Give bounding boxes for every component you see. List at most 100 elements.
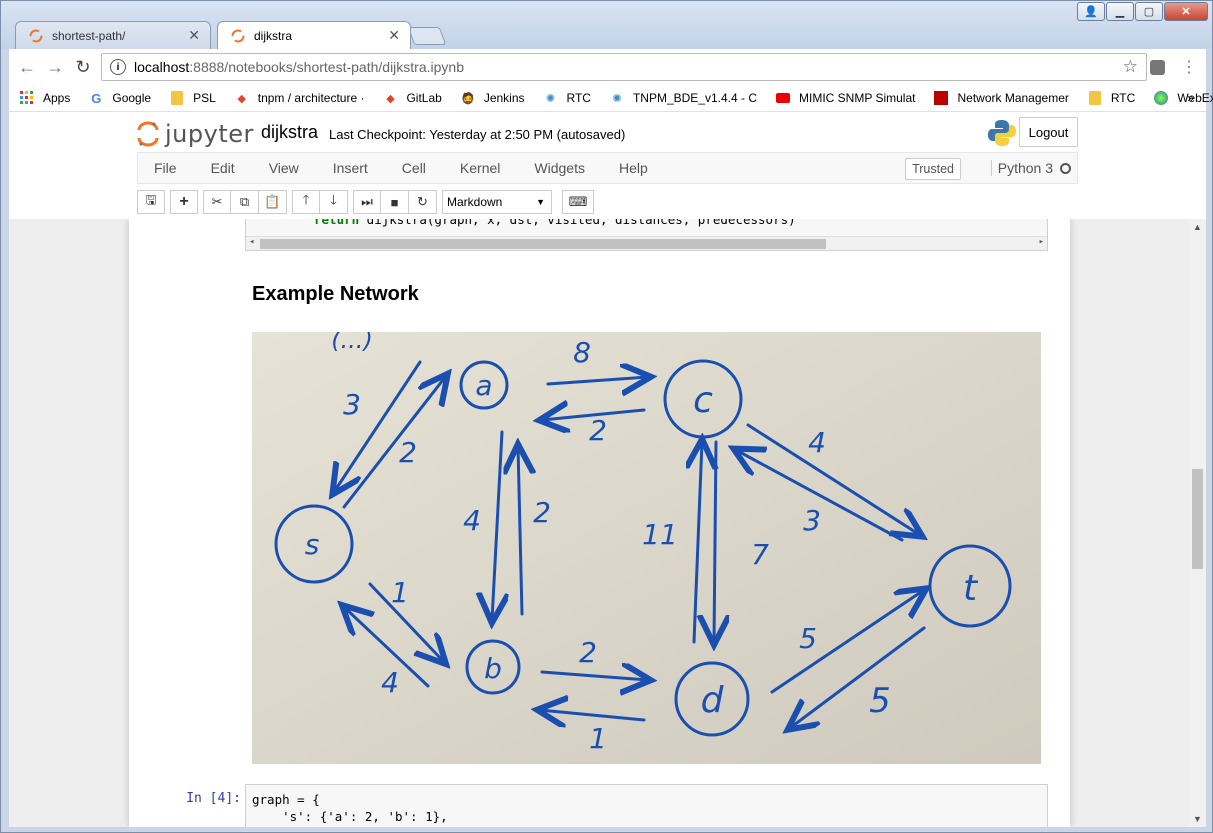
- bookmark-label: TNPM_BDE_v1.4.4 - C: [632, 91, 758, 105]
- back-arrow-icon[interactable]: ←: [13, 53, 41, 81]
- address-bar[interactable]: i localhost:8888/notebooks/shortest-path…: [101, 53, 1147, 81]
- tab-close-icon[interactable]: ✕: [188, 27, 200, 44]
- globe-icon: ✺: [545, 92, 556, 105]
- notebook-page: return dijkstra(graph, x, dst, visited, …: [129, 219, 1070, 827]
- code-cell[interactable]: graph = { 's': {'a': 2, 'b': 1},: [245, 784, 1048, 827]
- menu-help[interactable]: Help: [619, 160, 648, 176]
- menu-kebab-icon[interactable]: ⋮: [1175, 53, 1203, 81]
- edge-weight-label: 2: [399, 436, 417, 469]
- url-path: :8888/notebooks/shortest-path/dijkstra.i…: [189, 59, 464, 75]
- scroll-right-icon[interactable]: ▸: [1039, 237, 1044, 247]
- menu-insert[interactable]: Insert: [333, 160, 368, 176]
- bookmark-psl[interactable]: PSL: [169, 90, 216, 106]
- bookmark-label: WebEx: [1177, 91, 1213, 105]
- copy-icon[interactable]: ⧉: [231, 190, 259, 214]
- jupyter-logo-icon: [137, 121, 159, 147]
- bookmark-mimic[interactable]: MIMIC SNMP Simulat: [775, 90, 915, 106]
- forward-arrow-icon[interactable]: →: [41, 53, 69, 81]
- menu-widgets[interactable]: Widgets: [534, 160, 585, 176]
- edge-weight-label: 3: [343, 388, 361, 421]
- tab-close-icon[interactable]: ✕: [388, 27, 400, 44]
- bookmark-apps[interactable]: Apps: [19, 90, 70, 106]
- scroll-up-icon[interactable]: ▲: [1193, 222, 1202, 232]
- edge-weight-label: 2: [533, 496, 551, 529]
- edge-weight-label: 4: [463, 504, 481, 537]
- scrollbar-thumb[interactable]: [260, 239, 826, 249]
- notebook-name[interactable]: dijkstra: [261, 122, 318, 143]
- extension-icon[interactable]: [1143, 53, 1171, 81]
- bookmark-google[interactable]: G Google: [88, 90, 151, 106]
- bookmark-jenkins[interactable]: 🧔 Jenkins: [460, 90, 525, 106]
- network-icon: [933, 90, 949, 106]
- edge-weight-label: 1: [391, 576, 409, 609]
- paste-icon[interactable]: 📋: [259, 190, 287, 214]
- restart-icon[interactable]: ↻: [409, 190, 437, 214]
- bookmark-label: MIMIC SNMP Simulat: [799, 91, 916, 105]
- bookmark-label: PSL: [193, 91, 216, 105]
- bookmark-gitlab[interactable]: ◆ GitLab: [382, 90, 442, 106]
- run-cell-icon[interactable]: ⏭: [353, 190, 381, 214]
- jupyter-favicon-icon: [28, 28, 44, 44]
- node-s-label: s: [305, 528, 320, 561]
- cut-icon[interactable]: ✂: [203, 190, 231, 214]
- close-button[interactable]: ✕: [1164, 2, 1208, 21]
- node-a-label: a: [475, 369, 492, 402]
- move-down-icon[interactable]: 🡓: [320, 190, 348, 214]
- scrollbar-thumb[interactable]: [1192, 469, 1203, 569]
- bookmark-label: GitLab: [406, 91, 442, 105]
- webex-icon: [1153, 90, 1169, 106]
- tab-dijkstra[interactable]: dijkstra ✕: [217, 21, 411, 49]
- trusted-badge[interactable]: Trusted: [905, 158, 961, 180]
- edge-weight-label: 11: [642, 518, 678, 551]
- logout-button[interactable]: Logout: [1019, 117, 1078, 147]
- info-icon[interactable]: i: [110, 59, 126, 75]
- minimize-button[interactable]: ▁: [1106, 2, 1134, 21]
- menu-kernel[interactable]: Kernel: [460, 160, 500, 176]
- menu-file[interactable]: File: [154, 160, 177, 176]
- vertical-scrollbar[interactable]: ▲ ▼: [1189, 219, 1206, 827]
- stop-icon[interactable]: ■: [381, 190, 409, 214]
- scroll-left-icon[interactable]: ◂: [249, 237, 254, 247]
- code-line: graph = {: [252, 792, 320, 807]
- edge-weight-label: 2: [589, 414, 607, 447]
- bookmark-tnpm[interactable]: ◆ tnpm / architecture ·: [234, 90, 365, 106]
- horizontal-scrollbar[interactable]: ◂ ▸: [246, 236, 1047, 250]
- keyboard-icon[interactable]: ⌨: [562, 190, 594, 214]
- maximize-button[interactable]: ▢: [1135, 2, 1163, 21]
- reload-icon[interactable]: ↻: [69, 53, 97, 81]
- menu-edit[interactable]: Edit: [211, 160, 235, 176]
- notebook-scroll-area: return dijkstra(graph, x, dst, visited, …: [9, 219, 1189, 827]
- bookmark-rtc-folder[interactable]: RTC: [1087, 90, 1135, 106]
- apps-grid-icon: [19, 90, 35, 106]
- bookmark-star-icon[interactable]: ☆: [1123, 57, 1138, 77]
- save-icon[interactable]: 🖫: [137, 190, 165, 214]
- edge-weight-label: 5: [869, 681, 891, 721]
- user-icon[interactable]: 👤: [1077, 2, 1105, 21]
- bookmark-webex[interactable]: WebEx: [1153, 90, 1213, 106]
- tab-shortest-path[interactable]: shortest-path/ ✕: [15, 21, 211, 49]
- edge-weight-label: 5: [799, 622, 817, 655]
- bookmark-label: tnpm / architecture ·: [257, 91, 365, 105]
- bookmark-rtc[interactable]: ✺ RTC: [543, 90, 591, 106]
- title-bar: 👤 ▁ ▢ ✕ shortest-path/ ✕ dijkstra ✕: [1, 1, 1212, 49]
- navigation-bar: ← → ↻ i localhost:8888/notebooks/shortes…: [9, 49, 1206, 85]
- new-tab-button[interactable]: [407, 27, 447, 45]
- input-prompt: In [4]:: [186, 791, 241, 806]
- gitlab-icon: ◆: [237, 92, 246, 105]
- menu-cell[interactable]: Cell: [402, 160, 426, 176]
- tab-label: dijkstra: [254, 28, 293, 43]
- insert-cell-icon[interactable]: +: [170, 190, 198, 214]
- jupyter-logo[interactable]: jupyter: [137, 120, 254, 148]
- jupyter-header: jupyter dijkstra Last Checkpoint: Yester…: [9, 111, 1206, 219]
- bookmark-network-management[interactable]: Network Managemer: [933, 90, 1069, 106]
- bookmark-tnpm-bde[interactable]: ✺ TNPM_BDE_v1.4.4 - C: [609, 90, 757, 106]
- cell-type-select[interactable]: Markdown ▼: [442, 190, 552, 214]
- more-bookmarks-icon[interactable]: »: [1187, 91, 1194, 105]
- jupyter-favicon-icon: [230, 28, 246, 44]
- menu-view[interactable]: View: [269, 160, 299, 176]
- network-drawing: (...) a c s t b d 8 2 3 2 4 2 11 7 4 3 1…: [252, 326, 1041, 764]
- move-up-icon[interactable]: 🡑: [292, 190, 320, 214]
- scroll-down-icon[interactable]: ▼: [1193, 814, 1202, 824]
- edge-weight-label: 4: [381, 666, 399, 699]
- node-c-label: c: [693, 380, 713, 421]
